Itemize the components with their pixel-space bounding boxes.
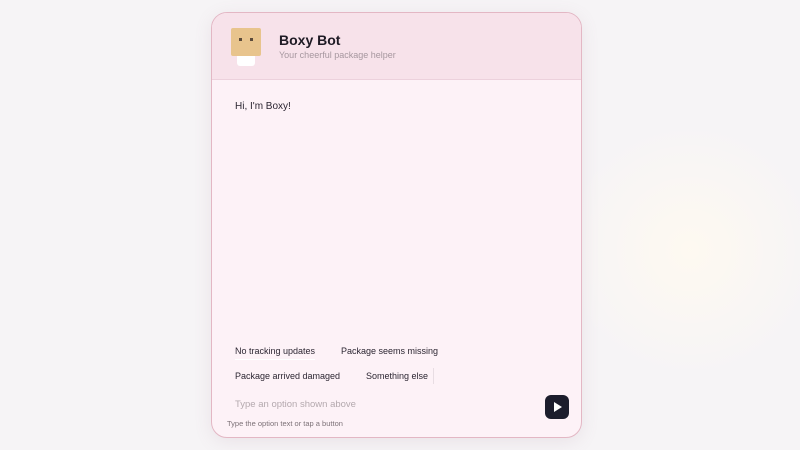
avatar-head: [231, 28, 261, 56]
send-button[interactable]: [545, 395, 569, 419]
option-something-else[interactable]: Something else: [366, 368, 435, 384]
avatar-body: [237, 56, 255, 66]
option-package-missing[interactable]: Package seems missing: [341, 343, 438, 359]
avatar-left-eye: [239, 38, 242, 41]
box-robot-icon: [228, 26, 264, 68]
send-arrow-icon: [554, 402, 562, 412]
chat-window: Boxy Bot Your cheerful package helper Hi…: [211, 12, 582, 438]
option-no-tracking-updates[interactable]: No tracking updates: [235, 343, 316, 360]
message-input[interactable]: [235, 393, 535, 415]
bot-name: Boxy Bot: [279, 32, 341, 48]
background-glow: [560, 120, 800, 380]
option-package-damaged[interactable]: Package arrived damaged: [235, 368, 340, 384]
bot-message: Hi, I'm Boxy!: [235, 101, 291, 112]
bot-tagline: Your cheerful package helper: [279, 50, 396, 60]
chat-header: Boxy Bot Your cheerful package helper: [212, 13, 581, 80]
avatar-right-eye: [250, 38, 253, 41]
input-hint: Type the option text or tap a button: [227, 419, 343, 428]
page: Boxy Bot Your cheerful package helper Hi…: [0, 0, 800, 450]
quick-reply-options: No tracking updates Package seems missin…: [212, 338, 581, 388]
